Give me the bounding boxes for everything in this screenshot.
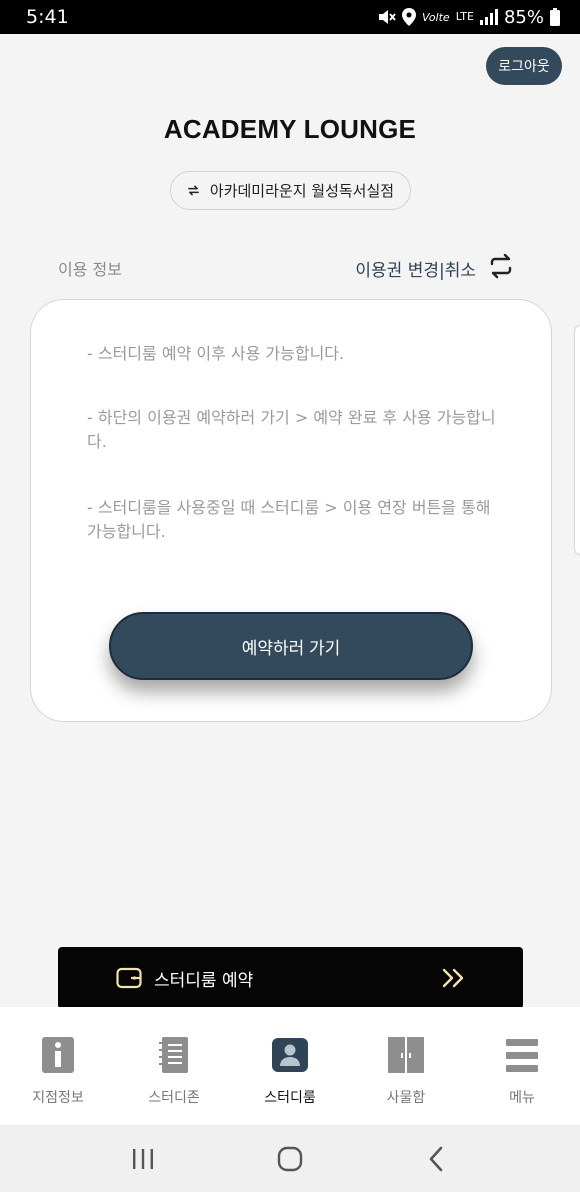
tab-label: 스터디존 xyxy=(148,1090,200,1106)
person-badge-icon xyxy=(272,1038,308,1072)
info-line-2: - 하단의 이용권 예약하러 가기 > 예약 완료 후 사용 가능합니다. xyxy=(87,408,496,451)
logout-button[interactable]: 로그아웃 xyxy=(486,47,562,85)
status-time: 5:41 xyxy=(26,6,69,28)
battery-icon xyxy=(550,8,560,26)
notebook-icon xyxy=(159,1037,188,1073)
locker-icon xyxy=(388,1037,424,1073)
usage-info-card: - 스터디룸 예약 이후 사용 가능합니다. - 하단의 이용권 예약하러 가기… xyxy=(30,299,552,722)
battery-percent: 85% xyxy=(503,6,544,28)
recent-apps-icon[interactable] xyxy=(128,1144,158,1174)
status-bar: 5:41 Volte LTE 85% xyxy=(0,0,580,34)
signal-icon xyxy=(479,9,498,25)
branch-name: 아카데미라운지 월성독서실점 xyxy=(209,182,395,200)
tab-study-room[interactable]: 스터디룸 xyxy=(232,1007,348,1125)
next-card-peek xyxy=(574,325,580,555)
tab-menu[interactable]: 메뉴 xyxy=(464,1007,580,1125)
tab-label: 지점정보 xyxy=(32,1090,84,1106)
hamburger-icon xyxy=(506,1039,538,1072)
tab-label: 스터디룸 xyxy=(264,1090,316,1106)
banner-label: 스터디룸 예약 xyxy=(154,970,254,991)
wallet-icon xyxy=(116,967,142,989)
page-title: ACADEMY LOUNGE xyxy=(163,114,417,144)
info-line-3: - 스터디룸을 사용중일 때 스터디룸 > 이용 연장 버튼을 통해 가능합니다… xyxy=(87,498,491,541)
location-icon xyxy=(401,8,416,26)
status-icons: Volte LTE 85% xyxy=(378,7,560,28)
studyroom-reserve-banner[interactable]: 스터디룸 예약 xyxy=(58,947,523,1009)
usage-info-label: 이용 정보 xyxy=(58,260,122,279)
tab-branch-info[interactable]: 지점정보 xyxy=(0,1007,116,1125)
back-icon[interactable] xyxy=(422,1144,452,1174)
tab-locker[interactable]: 사물함 xyxy=(348,1007,464,1125)
change-cancel-link[interactable]: 이용권 변경|취소 xyxy=(355,256,476,281)
swap-icon xyxy=(188,185,199,196)
tab-study-zone[interactable]: 스터디존 xyxy=(116,1007,232,1125)
branch-selector[interactable]: 아카데미라운지 월성독서실점 xyxy=(170,171,411,210)
system-nav-bar xyxy=(0,1125,580,1192)
info-line-1: - 스터디룸 예약 이후 사용 가능합니다. xyxy=(87,344,345,363)
double-chevron-right-icon xyxy=(442,968,464,988)
home-icon[interactable] xyxy=(275,1144,305,1174)
info-icon xyxy=(42,1037,74,1073)
refresh-icon[interactable] xyxy=(488,253,514,279)
bottom-tab-bar: 지점정보 스터디존 스터디룸 사물함 메뉴 xyxy=(0,1007,580,1125)
volte-label: Volte xyxy=(421,10,450,24)
tab-label: 메뉴 xyxy=(509,1090,535,1106)
tab-label: 사물함 xyxy=(386,1090,426,1106)
network-label: LTE xyxy=(455,10,474,23)
go-reserve-button[interactable]: 예약하러 가기 xyxy=(109,612,473,680)
mute-icon xyxy=(378,10,396,24)
